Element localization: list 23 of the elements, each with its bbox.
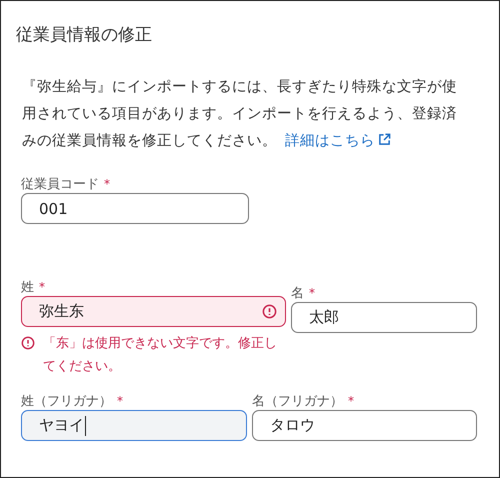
alert-icon [21,336,35,350]
details-link[interactable]: 詳細はこちら [285,133,391,149]
required-mark: * [309,286,315,300]
input-field[interactable]: ヤヨイ [21,410,247,441]
input-field[interactable]: 弥生东 [21,296,286,327]
required-mark: * [348,394,354,408]
text-cursor [85,416,86,436]
notice-text: 『弥生給与』にインポートするには、長すぎたり特殊な文字が使用されている項目があります。インポートを行えるよう、登録済みの従業員情報を修正してください。 詳細はこちら [22,78,458,151]
required-mark: * [39,280,45,294]
field-label: 名 [291,285,304,302]
field-label: 姓（フリガナ） [21,393,112,410]
field-label: 姓 [21,279,34,296]
external-link-icon [378,133,391,146]
error-message: 「东」は使用できない文字です。修正してください。 [43,335,278,376]
input-field[interactable]: 太郎 [291,302,477,333]
input-field[interactable]: 001 [21,193,249,224]
input-field[interactable]: タロウ [252,410,477,441]
field-label: 名（フリガナ） [252,393,343,410]
field-label: 従業員コード [21,176,99,193]
dialog-title: 従業員情報の修正 [16,24,153,46]
required-mark: * [117,394,123,408]
alert-icon [262,304,277,319]
required-mark: * [104,177,110,191]
